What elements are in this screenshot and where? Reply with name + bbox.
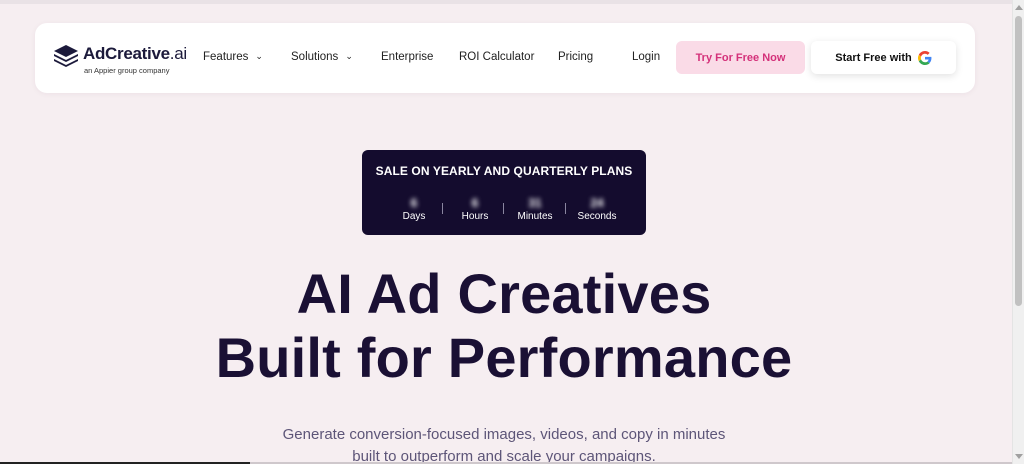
countdown-hours: 6 Hours	[445, 195, 505, 222]
start-free-google-button[interactable]: Start Free with	[811, 41, 956, 74]
hero-subtitle: Generate conversion-focused images, vide…	[0, 424, 1008, 464]
nav-roi-calculator[interactable]: ROI Calculator	[459, 51, 534, 63]
countdown-timer: 6 Days 6 Hours 31 Minutes 24 Seconds	[384, 195, 624, 225]
google-icon	[917, 50, 932, 65]
chevron-down-icon: ⌄	[255, 51, 263, 61]
hero-subtitle-line-1: Generate conversion-focused images, vide…	[282, 426, 726, 443]
days-label: Days	[402, 211, 426, 222]
minutes-value: 31	[528, 196, 542, 210]
hero-title: AI Ad Creatives Built for Performance	[0, 262, 1008, 390]
seconds-label: Seconds	[577, 211, 617, 222]
countdown-divider	[565, 203, 566, 214]
countdown-divider	[442, 203, 443, 214]
countdown-minutes: 31 Minutes	[505, 195, 565, 222]
login-link[interactable]: Login	[632, 51, 660, 63]
countdown-days: 6 Days	[384, 195, 444, 222]
browser-top-edge	[0, 0, 1012, 4]
sale-title: SALE ON YEARLY AND QUARTERLY PLANS	[375, 164, 633, 178]
minutes-label: Minutes	[517, 211, 553, 222]
nav-pricing[interactable]: Pricing	[558, 51, 593, 63]
scroll-down-icon[interactable]	[1015, 454, 1023, 459]
stacked-layers-logo-icon	[54, 45, 78, 67]
sale-countdown-banner: SALE ON YEARLY AND QUARTERLY PLANS 6 Day…	[362, 150, 646, 235]
nav-enterprise[interactable]: Enterprise	[381, 51, 433, 63]
chevron-down-icon: ⌄	[345, 51, 353, 61]
scroll-up-icon[interactable]	[1015, 5, 1023, 10]
nav-features-label: Features	[203, 51, 249, 63]
nav-solutions[interactable]: Solutions ⌄	[291, 51, 353, 63]
vertical-scrollbar[interactable]	[1012, 0, 1024, 464]
hero-title-line-1: AI Ad Creatives	[296, 262, 712, 325]
scrollbar-thumb[interactable]	[1015, 16, 1022, 306]
brand-tagline: an Appier group company	[84, 66, 170, 75]
brand-name: AdCreative.ai	[83, 44, 187, 63]
seconds-value: 24	[590, 196, 604, 210]
hours-value: 6	[471, 196, 479, 210]
days-value: 6	[410, 196, 418, 210]
start-free-label: Start Free with	[835, 51, 912, 64]
hero-title-line-2: Built for Performance	[215, 326, 793, 389]
navbar: AdCreative.ai an Appier group company Fe…	[35, 23, 975, 93]
countdown-seconds: 24 Seconds	[567, 195, 627, 222]
logo[interactable]: AdCreative.ai an Appier group company	[53, 41, 187, 75]
hours-label: Hours	[461, 211, 489, 222]
countdown-divider	[503, 203, 504, 214]
nav-solutions-label: Solutions	[291, 51, 339, 63]
nav-features[interactable]: Features ⌄	[203, 51, 263, 63]
try-for-free-button[interactable]: Try For Free Now	[676, 41, 805, 74]
